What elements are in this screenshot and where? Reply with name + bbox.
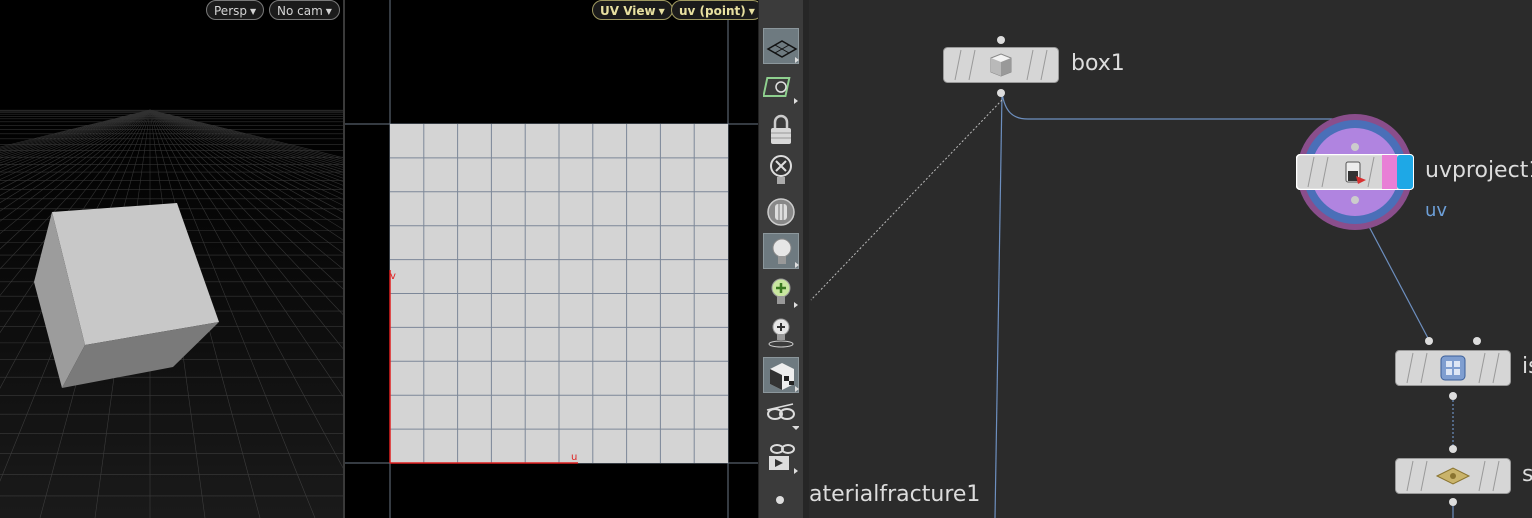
stereo-glasses-icon[interactable] xyxy=(763,398,799,434)
node-label-materialfracture1: aterialfracture1 xyxy=(809,482,981,507)
input-port[interactable] xyxy=(1350,142,1360,152)
node-body xyxy=(943,47,1059,83)
add-light-icon[interactable] xyxy=(763,274,799,310)
node-body xyxy=(1395,350,1511,386)
output-port[interactable] xyxy=(1448,391,1458,401)
node-wires xyxy=(810,92,1454,518)
node-label-is: is xyxy=(1522,354,1532,379)
display-options-icon[interactable] xyxy=(763,28,799,64)
output-port[interactable] xyxy=(996,88,1006,98)
uv-attribute-menu-label: uv (point) xyxy=(679,4,746,18)
node-label-s: s xyxy=(1522,462,1532,487)
uv-view-menu[interactable]: UV View ▼ xyxy=(592,0,673,20)
node-uvproject1[interactable] xyxy=(1295,143,1415,204)
render-view-icon[interactable] xyxy=(763,440,799,476)
node-is[interactable] xyxy=(1395,337,1511,400)
axis-v-label: v xyxy=(390,271,396,282)
uv-viewport[interactable]: v u UV View ▼ uv (point) ▼ xyxy=(345,0,758,518)
uv-attribute-menu[interactable]: uv (point) ▼ xyxy=(671,0,758,20)
display-toolbar xyxy=(758,0,804,518)
node-subtitle-uv: uv xyxy=(1425,200,1448,221)
node-body xyxy=(1395,458,1511,494)
chevron-down-icon: ▼ xyxy=(325,7,332,16)
dot-icon[interactable] xyxy=(763,482,799,518)
node-body xyxy=(1295,153,1415,191)
add-ambient-light-icon[interactable] xyxy=(763,315,799,351)
snapping-icon[interactable] xyxy=(763,70,799,106)
output-port[interactable] xyxy=(1350,195,1360,205)
no-cam-menu[interactable]: No cam ▼ xyxy=(269,0,340,20)
headlight-icon[interactable] xyxy=(763,194,799,230)
input-port[interactable] xyxy=(1472,336,1482,346)
uv-grid xyxy=(345,0,758,518)
chevron-down-icon: ▼ xyxy=(748,7,755,16)
lock-icon[interactable] xyxy=(763,112,799,148)
input-port[interactable] xyxy=(1448,444,1458,454)
input-port[interactable] xyxy=(1424,336,1434,346)
network-editor[interactable]: box1 uvproject1 uv is aterialfracture1 xyxy=(809,0,1532,518)
input-port[interactable] xyxy=(996,35,1006,45)
node-label-box1: box1 xyxy=(1071,51,1125,76)
box-geometry xyxy=(34,203,219,388)
node-box1[interactable] xyxy=(943,36,1059,97)
node-label-uvproject1: uvproject1 xyxy=(1425,158,1532,183)
no-cam-menu-label: No cam xyxy=(277,4,323,18)
camera-menu[interactable]: Persp ▼ xyxy=(206,0,265,20)
output-port[interactable] xyxy=(1448,497,1458,507)
light-bulb-icon[interactable] xyxy=(763,233,799,269)
camera-menu-label: Persp xyxy=(214,4,247,18)
axis-u-label: u xyxy=(571,452,578,463)
node-s[interactable] xyxy=(1395,445,1511,506)
chevron-down-icon: ▼ xyxy=(250,7,257,16)
perspective-viewport[interactable]: Persp ▼ No cam ▼ xyxy=(0,0,343,518)
light-off-icon[interactable] xyxy=(763,152,799,188)
chevron-down-icon: ▼ xyxy=(658,7,665,16)
uv-view-menu-label: UV View xyxy=(600,4,656,18)
shading-checker-icon[interactable] xyxy=(763,357,799,393)
